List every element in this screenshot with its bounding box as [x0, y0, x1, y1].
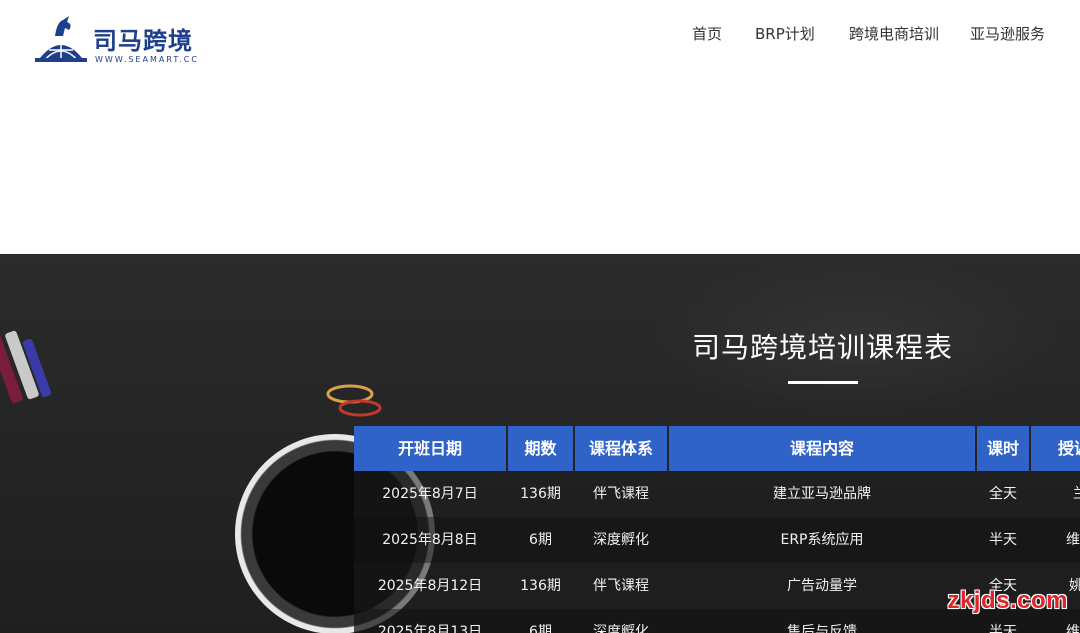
col-header-teacher: 授课	[1031, 426, 1080, 471]
course-schedule-section: 司马跨境培训课程表 开班日期 期数 课程体系 课程内容 课时 授课 2025年8…	[0, 254, 1080, 633]
section-title: 司马跨境培训课程表	[691, 331, 953, 364]
col-header-period: 期数	[508, 426, 573, 471]
cell-start-date: 2025年8月12日	[377, 578, 483, 594]
table-row: 2025年8月7日 136期 伴飞课程 建立亚马逊品牌 全天 兰	[354, 471, 1080, 517]
cell-system: 伴飞课程	[593, 486, 649, 502]
title-underline	[788, 381, 858, 384]
cell-teacher: 兰	[1031, 471, 1080, 517]
col-header-content: 课程内容	[669, 426, 975, 471]
cell-period: 136期	[520, 486, 561, 502]
col-header-hours: 课时	[977, 426, 1029, 471]
table-row: 2025年8月8日 6期 深度孵化 ERP系统应用 半天 维	[354, 517, 1080, 563]
col-header-start-date: 开班日期	[354, 426, 506, 471]
cell-content: 售后与反馈	[787, 624, 857, 633]
cell-period: 6期	[529, 624, 552, 633]
cell-hours: 全天	[989, 486, 1017, 502]
cell-hours: 半天	[989, 532, 1017, 548]
nav-item-home[interactable]: 首页	[692, 22, 722, 46]
cell-period: 6期	[529, 532, 552, 548]
col-header-system: 课程体系	[575, 426, 667, 471]
main-nav: 首页 BRP计划 跨境电商培训 亚马逊服务	[0, 22, 1080, 46]
cell-content: 广告动量学	[787, 578, 857, 594]
cell-system: 深度孵化	[593, 532, 649, 548]
cell-start-date: 2025年8月13日	[377, 624, 483, 633]
cell-system: 深度孵化	[593, 624, 649, 633]
cell-start-date: 2025年8月8日	[382, 532, 478, 548]
logo-name-en: WWW.SEAMART.CC	[95, 55, 199, 64]
watermark-text: zkjds.com	[947, 587, 1068, 614]
cell-teacher: 维	[1066, 532, 1080, 548]
site-header: 司马跨境 WWW.SEAMART.CC 首页 BRP计划 跨境电商培训 亚马逊服…	[0, 0, 1080, 254]
pens-decoration-icon	[0, 330, 52, 404]
nav-item-training[interactable]: 跨境电商培训	[849, 22, 939, 46]
paperclips-decoration-icon	[326, 384, 382, 417]
nav-item-amazon-service[interactable]: 亚马逊服务	[970, 22, 1045, 46]
cell-content: ERP系统应用	[780, 532, 864, 548]
nav-item-brp[interactable]: BRP计划	[755, 22, 815, 46]
cell-period: 136期	[520, 578, 561, 594]
cell-system: 伴飞课程	[593, 578, 649, 594]
cell-start-date: 2025年8月7日	[382, 486, 478, 502]
cell-content: 建立亚马逊品牌	[773, 486, 871, 502]
